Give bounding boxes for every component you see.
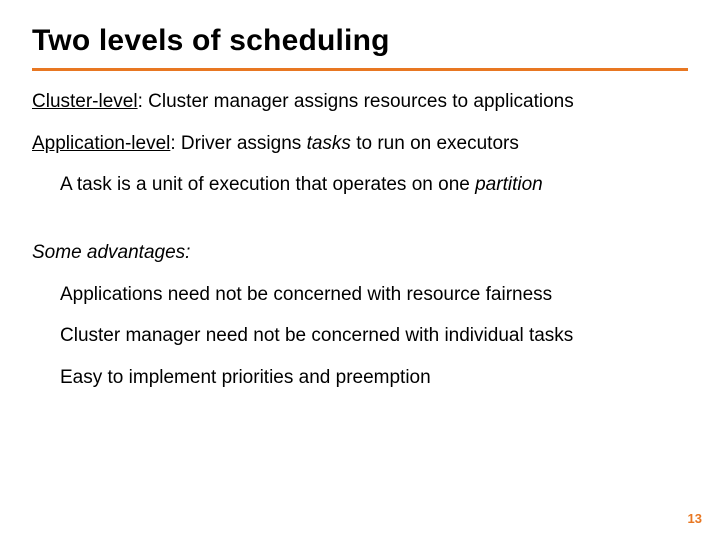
advantage-item: Applications need not be concerned with … bbox=[60, 282, 688, 308]
advantages-heading: Some advantages: bbox=[32, 240, 688, 266]
slide: Two levels of scheduling Cluster-level: … bbox=[0, 0, 720, 540]
application-level-em: tasks bbox=[307, 133, 351, 154]
application-level-text-1: : Driver assigns bbox=[170, 133, 306, 154]
slide-body: Cluster-level: Cluster manager assigns r… bbox=[32, 89, 688, 390]
advantage-item: Cluster manager need not be concerned wi… bbox=[60, 323, 688, 349]
application-level-line: Application-level: Driver assigns tasks … bbox=[32, 131, 688, 157]
title-divider bbox=[32, 68, 688, 71]
task-definition-line: A task is a unit of execution that opera… bbox=[60, 172, 688, 198]
task-definition-em: partition bbox=[475, 174, 543, 195]
page-title: Two levels of scheduling bbox=[32, 24, 688, 58]
page-number: 13 bbox=[688, 511, 702, 526]
spacer bbox=[32, 214, 688, 240]
advantage-item: Easy to implement priorities and preempt… bbox=[60, 365, 688, 391]
application-level-text-2: to run on executors bbox=[351, 133, 519, 154]
cluster-level-text: : Cluster manager assigns resources to a… bbox=[138, 91, 574, 112]
application-level-label: Application-level bbox=[32, 133, 170, 154]
cluster-level-label: Cluster-level bbox=[32, 91, 138, 112]
cluster-level-line: Cluster-level: Cluster manager assigns r… bbox=[32, 89, 688, 115]
task-definition-text: A task is a unit of execution that opera… bbox=[60, 174, 475, 195]
